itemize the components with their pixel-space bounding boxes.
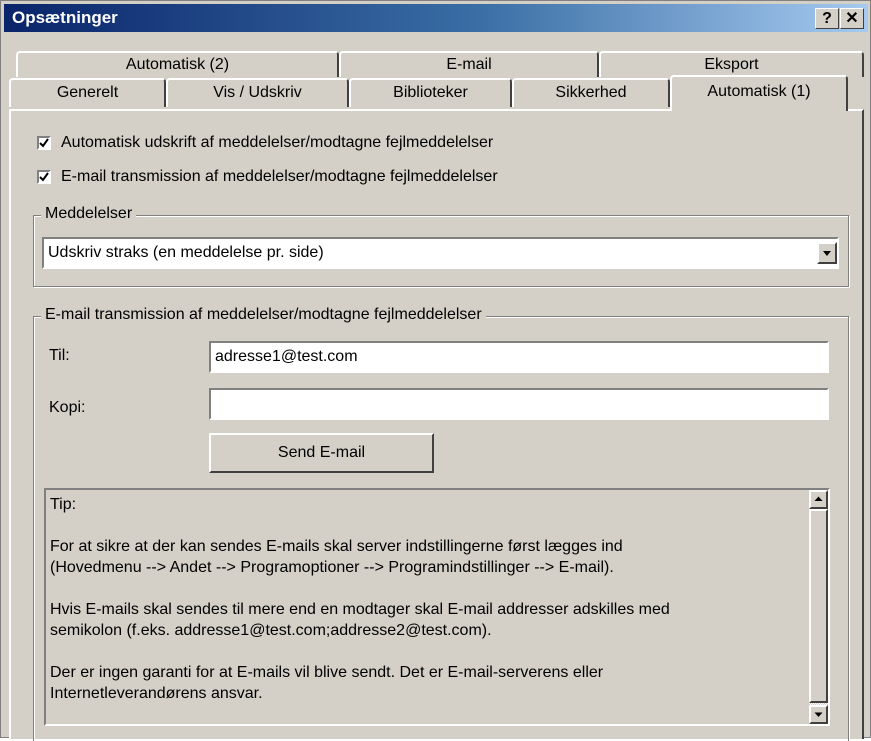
help-button[interactable]: ? — [815, 8, 839, 29]
tab-automatisk-1[interactable]: Automatisk (1) — [670, 75, 848, 111]
auto-print-label[interactable]: Automatisk udskrift af meddelelser/modta… — [61, 134, 493, 152]
scroll-thumb[interactable] — [809, 509, 828, 703]
checkmark-icon — [39, 138, 49, 148]
tip-textbox[interactable]: Tip: For at sikre at der kan sendes E-ma… — [44, 488, 830, 726]
triangle-down-icon — [823, 251, 831, 256]
tip-line: (Hovedmenu --> Andet --> Programoptioner… — [50, 559, 614, 576]
scroll-down-button[interactable] — [809, 705, 828, 724]
email-legend: E-mail transmission af meddelelser/modta… — [41, 306, 486, 324]
tab-automatisk-2[interactable]: Automatisk (2) — [16, 51, 339, 77]
tip-line: Hvis E-mails skal sendes til mere end en… — [50, 601, 670, 618]
tip-line: semikolon (f.eks. addresse1@test.com;add… — [50, 622, 492, 639]
to-label: Til: — [49, 347, 70, 364]
triangle-down-icon — [814, 712, 823, 717]
auto-print-checkbox[interactable] — [37, 136, 51, 150]
messages-dropdown-button[interactable] — [817, 242, 837, 264]
scroll-up-button[interactable] — [809, 490, 828, 509]
checkmark-icon — [39, 172, 49, 182]
tab-biblioteker[interactable]: Biblioteker — [349, 78, 512, 107]
send-email-button[interactable]: Send E-mail — [209, 433, 434, 473]
cc-label: Kopi: — [49, 399, 86, 416]
tab-generelt[interactable]: Generelt — [9, 78, 166, 107]
tab-sikkerhed[interactable]: Sikkerhed — [512, 78, 670, 107]
tab-email[interactable]: E-mail — [339, 51, 599, 77]
triangle-up-icon — [814, 496, 823, 501]
tab-panel: Automatisk udskrift af meddelelser/modta… — [9, 109, 864, 741]
window-title: Opsætninger — [12, 8, 118, 27]
tip-text: Tip: For at sikre at der kan sendes E-ma… — [50, 494, 810, 704]
title-bar: Opsætninger ? ✕ — [4, 4, 868, 32]
messages-select[interactable]: Udskriv straks (en meddelelse pr. side) — [42, 237, 839, 269]
tip-line — [50, 578, 810, 599]
tab-eksport[interactable]: Eksport — [599, 51, 864, 77]
tab-vis-udskriv[interactable]: Vis / Udskriv — [166, 78, 349, 107]
tip-line: Internetleverandørens ansvar. — [50, 685, 263, 702]
options-dialog: Opsætninger ? ✕ Automatisk (2) E-mail Ek… — [0, 0, 871, 741]
tip-line: Der er ingen garanti for at E-mails vil … — [50, 664, 604, 681]
email-transmission-label[interactable]: E-mail transmission af meddelelser/modta… — [61, 168, 498, 186]
email-transmission-checkbox[interactable] — [37, 170, 51, 184]
messages-legend: Meddelelser — [41, 205, 137, 223]
tip-line: For at sikre at der kan sendes E-mails s… — [50, 538, 623, 555]
close-button[interactable]: ✕ — [840, 8, 864, 29]
tip-line: Tip: — [50, 496, 77, 513]
to-field[interactable]: adresse1@test.com — [209, 341, 829, 373]
tip-line — [50, 515, 810, 536]
cc-field[interactable] — [209, 388, 829, 420]
tip-line — [50, 641, 810, 662]
